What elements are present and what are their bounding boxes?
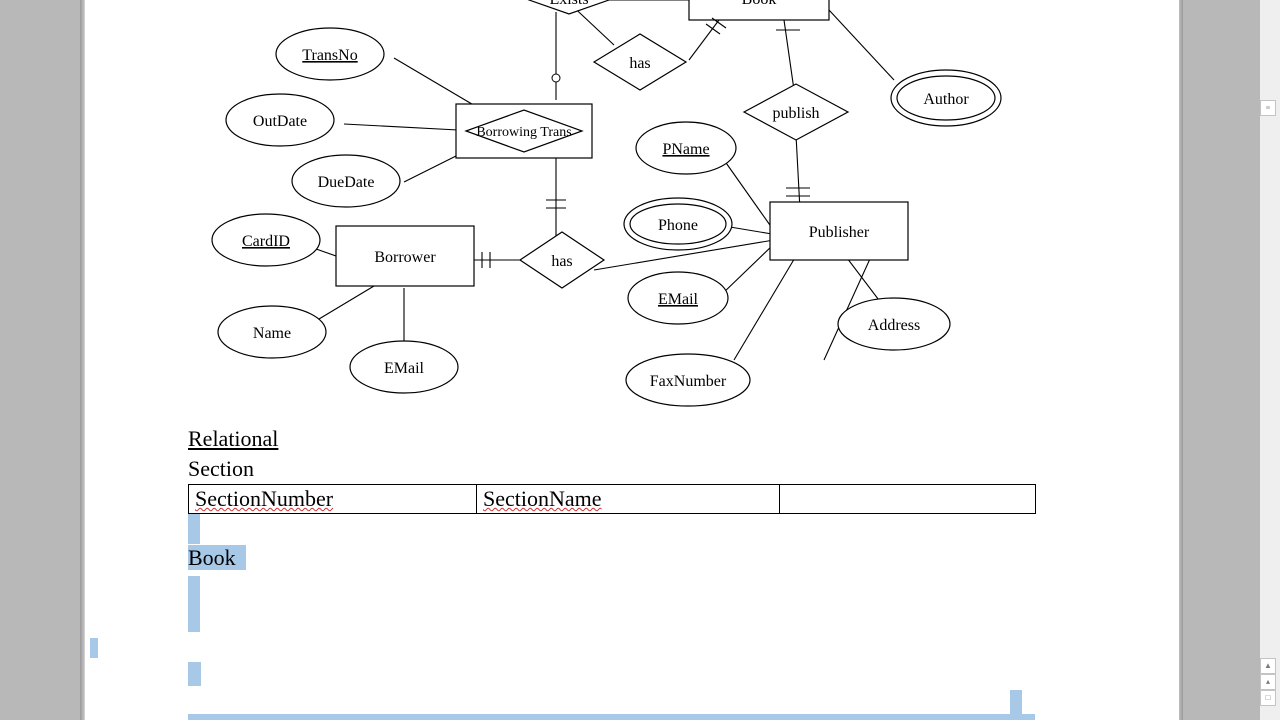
svg-text:Phone: Phone — [658, 217, 698, 234]
svg-text:Address: Address — [868, 317, 920, 334]
svg-text:has: has — [629, 55, 650, 72]
svg-text:PName: PName — [662, 141, 709, 158]
svg-text:EMail: EMail — [658, 291, 699, 308]
selection-fragment — [188, 662, 201, 686]
attribute-cardid: CardID — [212, 214, 320, 266]
attribute-outdate: OutDate — [226, 94, 334, 146]
scroll-down-icon[interactable]: ▲ — [1260, 658, 1276, 674]
attribute-faxnumber: FaxNumber — [626, 354, 750, 406]
svg-text:EMail: EMail — [384, 360, 425, 377]
entity-borrowing-trans: Borrowing Trans — [456, 104, 592, 158]
attribute-address: Address — [838, 298, 950, 350]
col-sectionname: SectionName — [483, 486, 602, 511]
selection-fragment — [188, 714, 1035, 720]
svg-text:publish: publish — [772, 105, 819, 122]
attribute-duedate: DueDate — [292, 155, 400, 207]
svg-text:Publisher: Publisher — [809, 224, 870, 241]
attribute-email-borrower: EMail — [350, 341, 458, 393]
expand-icon[interactable]: ≡ — [1260, 100, 1276, 116]
heading-section: Section — [188, 456, 254, 482]
entity-book-label: Book — [742, 0, 777, 8]
attribute-phone: Phone — [624, 198, 732, 250]
attribute-transno: TransNo — [276, 28, 384, 80]
svg-text:CardID: CardID — [242, 233, 290, 250]
svg-text:Name: Name — [253, 325, 291, 342]
svg-text:has: has — [551, 253, 572, 270]
svg-text:Borrower: Borrower — [374, 249, 436, 266]
selection-fragment — [90, 638, 98, 658]
svg-text:TransNo: TransNo — [302, 47, 357, 64]
attribute-email-publisher: EMail — [628, 272, 728, 324]
scroll-column: ≡ ▲ ▴ □ — [1260, 0, 1280, 720]
scroll-up-icon[interactable]: ▴ — [1260, 674, 1276, 690]
svg-text:OutDate: OutDate — [253, 113, 307, 130]
page-icon[interactable]: □ — [1260, 690, 1276, 706]
er-diagram: Book Exists has publish — [84, 0, 1179, 420]
attribute-pname: PName — [636, 122, 736, 174]
svg-text:Borrowing Trans: Borrowing Trans — [476, 125, 571, 140]
attribute-name: Name — [218, 306, 326, 358]
selection-fragment — [1010, 690, 1022, 714]
svg-text:DueDate: DueDate — [318, 174, 375, 191]
table-row: SectionNumber SectionName — [189, 485, 1036, 514]
selection-fragment — [188, 576, 200, 632]
col-sectionnumber: SectionNumber — [195, 486, 333, 511]
svg-text:FaxNumber: FaxNumber — [650, 373, 727, 390]
heading-relational: Relational — [188, 426, 278, 452]
section-table: SectionNumber SectionName — [188, 484, 1036, 514]
selection-fragment — [188, 514, 200, 544]
attribute-author: Author — [891, 70, 1001, 126]
svg-text:Author: Author — [923, 91, 969, 108]
col-empty — [780, 485, 1036, 514]
heading-book[interactable]: Book — [188, 545, 246, 571]
svg-text:Exists: Exists — [549, 0, 588, 8]
